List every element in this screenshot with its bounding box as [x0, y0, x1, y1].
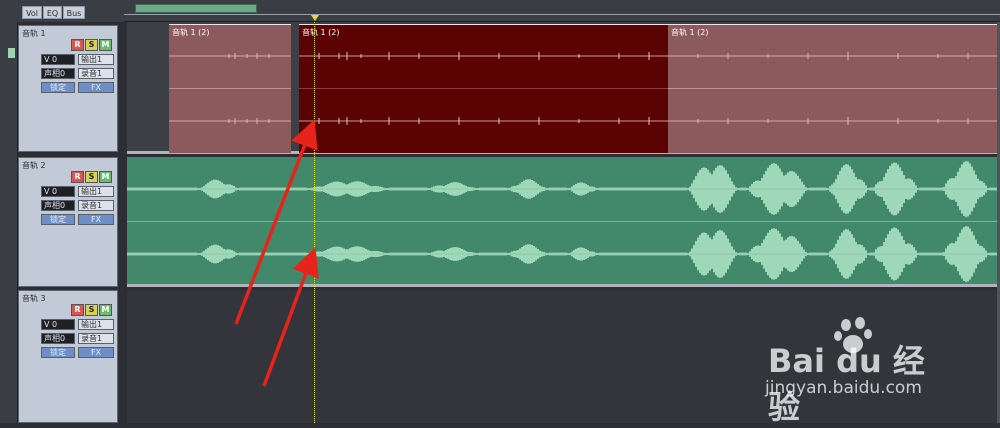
red-arrow-icon [234, 119, 318, 325]
baidu-watermark: Bai du 经验 jingyan.baidu.com [760, 316, 950, 426]
red-arrow-icon [262, 247, 319, 387]
watermark-url: jingyan.baidu.com [765, 378, 922, 398]
